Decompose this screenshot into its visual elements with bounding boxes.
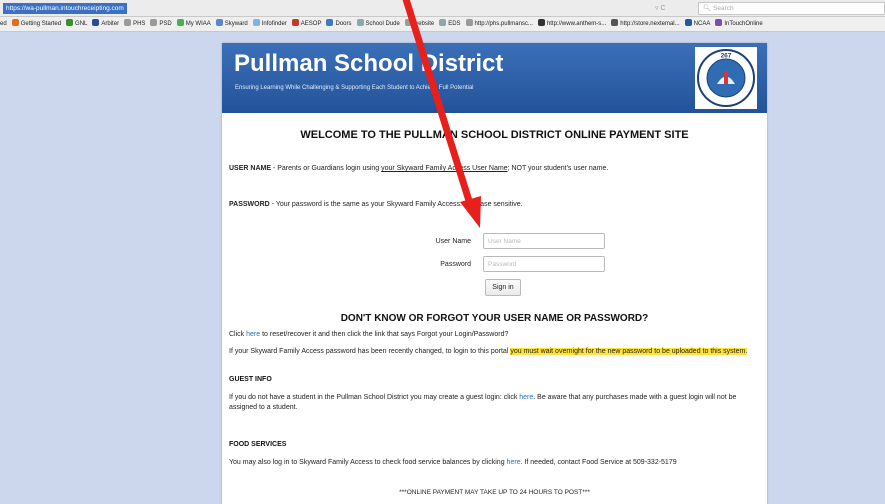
arbiter-icon [92,19,100,26]
dash-icon [124,19,132,26]
bookmark-item[interactable]: http://store.nextemal... [611,17,680,31]
site-banner: Pullman School District Ensuring Learnin… [222,43,767,113]
bookmark-label: AESOP [300,21,322,27]
sign-in-button[interactable]: Sign in [485,279,521,296]
firefox-icon [11,19,19,26]
bookmark-item[interactable]: http://www.anthem-s... [537,17,607,31]
bookmark-label: Getting Started [20,21,62,27]
district-logo: 267 [695,47,757,109]
reset-link[interactable]: here [246,331,260,338]
bookmarks-bar: ed Getting Started GNL Arbiter PHS PSD My WIAA… [0,17,885,32]
guest-info-text: If you do not have a student in the Pull… [229,394,737,411]
posting-delay-note: ***ONLINE PAYMENT MAY TAKE UP TO 24 HOUR… [399,489,590,496]
chart-icon [66,19,74,26]
bookmark-item[interactable]: AESOP [291,17,322,31]
bookmark-item[interactable]: EDS [439,17,461,31]
bookmark-label: School Dude [365,21,400,27]
doors-icon [326,19,334,26]
username-label: User Name [435,238,471,245]
address-bar[interactable]: https://wa-pullman.intouchreceipting.com [3,3,127,14]
bookmark-item[interactable]: ed [0,17,7,31]
skyward-icon [215,19,223,26]
bookmark-item[interactable]: Doors [326,17,352,31]
bookmark-item[interactable]: PHS [124,17,146,31]
bookmark-label: My WIAA [185,21,211,27]
bookmark-label: InTouchOnline [724,21,763,27]
bookmark-label: Doors [335,21,352,27]
guest-info-heading: GUEST INFO [229,376,272,383]
welcome-heading: WELCOME TO THE PULLMAN SCHOOL DISTRICT O… [300,129,689,141]
food-services-heading: FOOD SERVICES [229,441,287,448]
bookmark-label: ed [0,21,7,27]
logo-year: 267 [721,53,732,60]
bookmark-label: http://www.anthem-s... [546,21,607,27]
bookmark-item[interactable]: GNL [66,17,88,31]
bookmark-item[interactable]: PSD [150,17,172,31]
bookmark-item[interactable]: Getting Started [11,17,62,31]
bookmark-item[interactable]: website [404,17,435,31]
wiaa-icon [176,19,184,26]
bookmark-item[interactable]: My WIAA [176,17,211,31]
password-input[interactable] [483,256,605,272]
bookmark-label: Skyward [224,21,248,27]
site-tagline: Ensuring Learning While Challenging & Su… [235,85,474,91]
overnight-warning: you must wait overnight for the new pass… [510,348,748,355]
globe-icon [356,19,364,26]
bookmark-item[interactable]: http://phs.pullmansc... [465,17,533,31]
skyward-username-text: your Skyward Family Access User Name [381,165,508,172]
ncaa-icon [684,19,692,26]
site-title: Pullman School District [234,50,504,77]
username-note-label: USER NAME [229,165,272,172]
bookmark-label: NCAA [693,21,711,27]
search-icon: 🔍︎ [703,5,712,12]
reset-instructions: Click here to reset/recover it and then … [229,331,509,338]
address-bar-controls[interactable]: ▿ C [655,3,666,14]
bookmark-label: PSD [159,21,172,27]
page-icon [252,19,260,26]
food-balance-link[interactable]: here [507,459,521,466]
bookmark-item[interactable]: NCAA [684,17,711,31]
forgot-credentials-heading: DON'T KNOW OR FORGOT YOUR USER NAME OR P… [340,313,649,324]
intouch-icon [715,19,723,26]
bookmark-item[interactable]: Arbiter [92,17,120,31]
bookmark-label: GNL [75,21,88,27]
dash-icon [150,19,158,26]
bookmark-label: Arbiter [101,21,120,27]
anthem-icon [537,19,545,26]
globe-icon [439,19,447,26]
password-note-label: PASSWORD [229,201,270,208]
browser-search-input[interactable]: 🔍︎ Search [698,2,885,15]
username-input[interactable] [483,233,605,249]
dash-icon [465,19,473,26]
bookmark-label: http://store.nextemal... [620,21,680,27]
bookmark-label: http://phs.pullmansc... [474,21,533,27]
password-note: PASSWORD - Your password is the same as … [229,201,523,208]
bookmark-item[interactable]: School Dude [356,17,400,31]
bookmark-item[interactable]: InTouchOnline [715,17,763,31]
bookmark-item[interactable]: Skyward [215,17,248,31]
bookmark-item[interactable]: Infofinder [252,17,287,31]
bookmark-label: PHS [133,21,146,27]
bookmark-label: Infofinder [261,21,287,27]
payment-page: Pullman School District Ensuring Learnin… [222,43,767,504]
food-services-text: You may also log in to Skyward Family Ac… [229,459,677,466]
n-icon [611,19,619,26]
dash-icon [404,19,412,26]
browser-toolbar: https://wa-pullman.intouchreceipting.com… [0,0,885,17]
password-change-notice: If your Skyward Family Access password h… [229,348,748,355]
username-note: USER NAME - Parents or Guardians login u… [229,165,609,172]
guest-login-link[interactable]: here [519,394,533,401]
browser-search-placeholder: Search [713,5,734,12]
password-label: Password [440,261,471,268]
bookmark-label: EDS [448,21,461,27]
aesop-icon [291,19,299,26]
bookmark-label: website [413,21,435,27]
